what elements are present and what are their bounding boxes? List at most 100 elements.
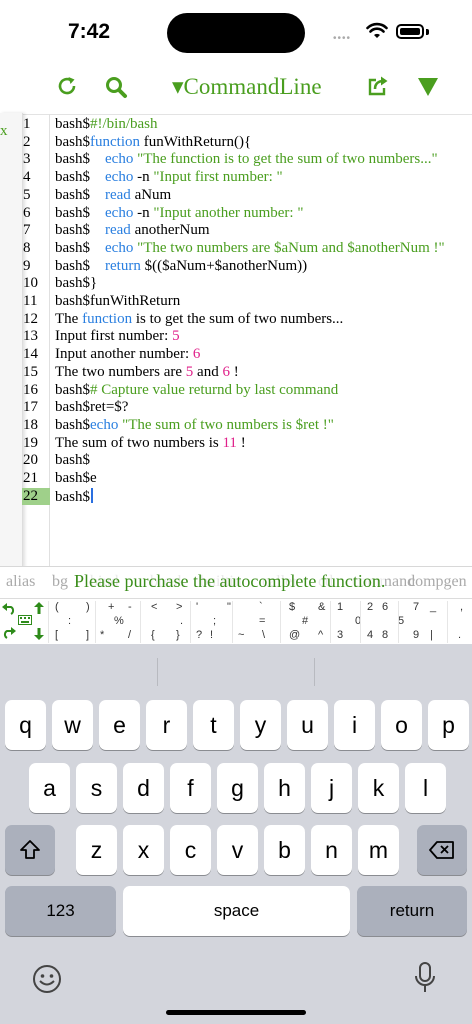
symbol-key[interactable]: ": [227, 601, 231, 613]
numbers-key[interactable]: 123: [5, 886, 116, 936]
key-z[interactable]: z: [76, 825, 117, 875]
side-panel-edge[interactable]: x: [0, 113, 23, 568]
code-line[interactable]: 5 bash$ read aNum: [22, 187, 472, 205]
symbol-key[interactable]: 2: [367, 601, 373, 613]
code-line[interactable]: 2 bash$function funWithReturn(){: [22, 134, 472, 152]
key-l[interactable]: l: [405, 763, 446, 813]
symbol-key[interactable]: `: [259, 601, 263, 613]
key-h[interactable]: h: [264, 763, 305, 813]
symbol-key[interactable]: @: [289, 629, 300, 641]
code-line[interactable]: 3 bash$ echo "The function is to get the …: [22, 151, 472, 169]
code-line[interactable]: 9 bash$ return $(($aNum+$anotherNum)): [22, 258, 472, 276]
code-line[interactable]: 22 bash$: [22, 487, 472, 506]
code-line[interactable]: 19 The sum of two numbers is 11 !: [22, 435, 472, 453]
symbol-key[interactable]: ~: [238, 629, 244, 641]
key-d[interactable]: d: [123, 763, 164, 813]
symbol-key[interactable]: <: [151, 601, 157, 613]
symbol-key[interactable]: &: [318, 601, 325, 613]
undo-icon[interactable]: [2, 603, 16, 615]
microphone-icon[interactable]: [414, 962, 436, 994]
symbol-key[interactable]: :: [68, 615, 71, 627]
code-line[interactable]: 15 The two numbers are 5 and 6 !: [22, 364, 472, 382]
arrow-up-icon[interactable]: [34, 602, 44, 614]
symbol-key[interactable]: .: [180, 615, 183, 627]
refresh-icon[interactable]: [56, 75, 78, 97]
code-line[interactable]: 6 bash$ echo -n "Input another number: ": [22, 205, 472, 223]
symbol-key[interactable]: 8: [382, 629, 388, 641]
symbol-key[interactable]: +: [108, 601, 114, 613]
symbol-key[interactable]: =: [259, 615, 265, 627]
suggestion-chip[interactable]: compgen: [408, 573, 467, 591]
search-icon[interactable]: [104, 75, 128, 99]
purchase-banner[interactable]: Please purchase the autocomplete functio…: [74, 571, 386, 592]
symbol-key[interactable]: 7: [413, 601, 419, 613]
key-a[interactable]: a: [29, 763, 70, 813]
code-line[interactable]: 16 bash$# Capture value returnd by last c…: [22, 382, 472, 400]
code-line[interactable]: 10 bash$}: [22, 275, 472, 293]
symbol-key[interactable]: *: [100, 629, 104, 641]
suggestion-chip[interactable]: alias: [6, 573, 35, 591]
symbol-key[interactable]: ?: [196, 629, 202, 641]
key-v[interactable]: v: [217, 825, 258, 875]
symbol-key[interactable]: ]: [86, 629, 89, 641]
key-t[interactable]: t: [193, 700, 234, 750]
share-icon[interactable]: [367, 75, 389, 97]
key-y[interactable]: y: [240, 700, 281, 750]
key-n[interactable]: n: [311, 825, 352, 875]
key-g[interactable]: g: [217, 763, 258, 813]
key-e[interactable]: e: [99, 700, 140, 750]
code-line[interactable]: 17 bash$ret=$?: [22, 399, 472, 417]
symbol-key[interactable]: 6: [382, 601, 388, 613]
code-editor[interactable]: 1 bash$#!/bin/bash 2 bash$function funWithR…: [22, 114, 472, 566]
key-w[interactable]: w: [52, 700, 93, 750]
key-k[interactable]: k: [358, 763, 399, 813]
symbol-key[interactable]: {: [151, 629, 155, 641]
space-key[interactable]: space: [123, 886, 350, 936]
close-panel-icon[interactable]: x: [0, 123, 8, 140]
key-s[interactable]: s: [76, 763, 117, 813]
symbol-key[interactable]: 3: [337, 629, 343, 641]
symbol-key[interactable]: #: [302, 615, 308, 627]
keyboard-icon[interactable]: [18, 615, 32, 627]
symbol-key[interactable]: /: [128, 629, 131, 641]
code-line[interactable]: 14 Input another number: 6: [22, 346, 472, 364]
symbol-key[interactable]: (: [55, 601, 59, 613]
return-key[interactable]: return: [357, 886, 467, 936]
key-i[interactable]: i: [334, 700, 375, 750]
key-o[interactable]: o: [381, 700, 422, 750]
redo-icon[interactable]: [2, 627, 16, 639]
key-p[interactable]: p: [428, 700, 469, 750]
symbol-key[interactable]: 9: [413, 629, 419, 641]
key-f[interactable]: f: [170, 763, 211, 813]
symbol-key[interactable]: %: [114, 615, 124, 627]
emoji-icon[interactable]: [32, 964, 62, 994]
symbol-key[interactable]: ): [86, 601, 90, 613]
symbol-key[interactable]: 1: [337, 601, 343, 613]
key-b[interactable]: b: [264, 825, 305, 875]
symbol-key[interactable]: [: [55, 629, 58, 641]
symbol-key[interactable]: >: [176, 601, 182, 613]
key-x[interactable]: x: [123, 825, 164, 875]
symbol-key[interactable]: 4: [367, 629, 373, 641]
code-line[interactable]: 21 bash$e: [22, 470, 472, 488]
code-line[interactable]: 12 The function is to get the sum of two …: [22, 311, 472, 329]
symbol-key[interactable]: |: [430, 629, 433, 641]
code-line[interactable]: 1 bash$#!/bin/bash: [22, 116, 472, 134]
arrow-down-icon[interactable]: [34, 628, 44, 640]
symbol-key[interactable]: ,: [460, 601, 463, 613]
symbol-key[interactable]: }: [176, 629, 180, 641]
code-line[interactable]: 4 bash$ echo -n "Input first number: ": [22, 169, 472, 187]
key-r[interactable]: r: [146, 700, 187, 750]
symbol-key[interactable]: \: [262, 629, 265, 641]
key-m[interactable]: m: [358, 825, 399, 875]
code-line[interactable]: 11 bash$funWithReturn: [22, 293, 472, 311]
symbol-key[interactable]: _: [430, 601, 436, 613]
key-j[interactable]: j: [311, 763, 352, 813]
symbol-key[interactable]: !: [210, 629, 213, 641]
triangle-down-icon[interactable]: [417, 77, 439, 97]
symbol-key[interactable]: -: [128, 601, 132, 613]
key-u[interactable]: u: [287, 700, 328, 750]
suggestion-chip[interactable]: bg: [52, 573, 68, 591]
code-line[interactable]: 8 bash$ echo "The two numbers are $aNum a…: [22, 240, 472, 258]
delete-key[interactable]: [417, 825, 467, 875]
